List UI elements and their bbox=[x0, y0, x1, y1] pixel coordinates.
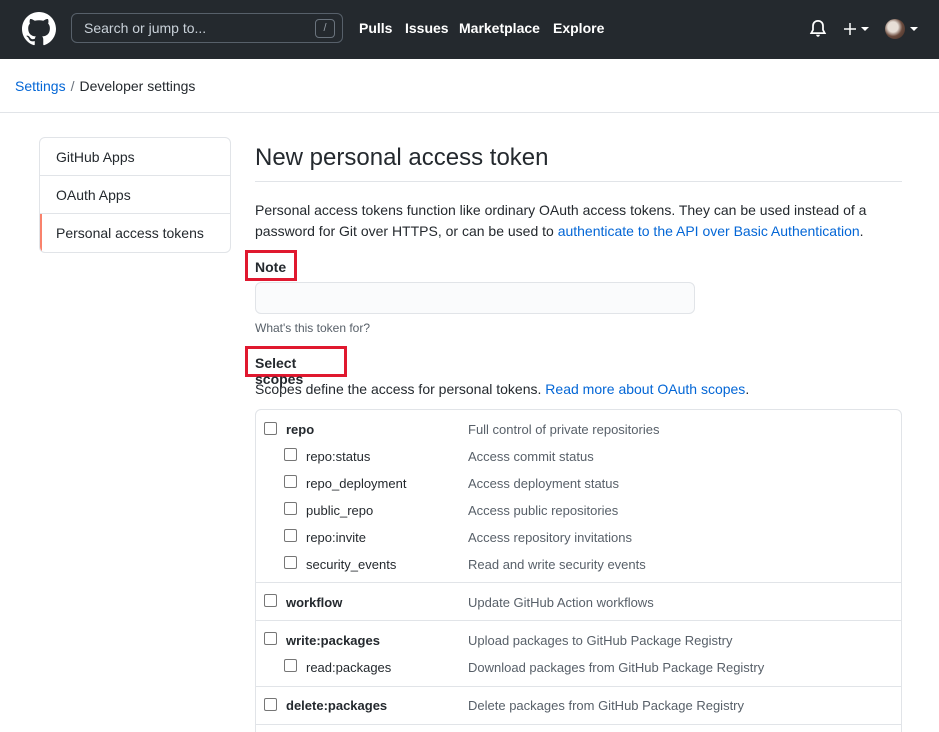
scope-checkbox-delete-packages[interactable] bbox=[264, 698, 277, 711]
scope-name-read-packages: read:packages bbox=[306, 660, 392, 675]
basic-auth-link[interactable]: authenticate to the API over Basic Authe… bbox=[558, 223, 860, 239]
scope-desc-public-repo: Access public repositories bbox=[468, 503, 619, 518]
note-input[interactable] bbox=[255, 282, 695, 314]
search-input[interactable]: Search or jump to... / bbox=[71, 13, 343, 43]
scope-group-divider bbox=[256, 724, 901, 725]
scope-checkbox-security-events[interactable] bbox=[284, 556, 297, 569]
scope-checkbox-read-packages[interactable] bbox=[284, 659, 297, 672]
sidebar-item-oauth-apps[interactable]: OAuth Apps bbox=[40, 176, 230, 214]
github-logo-icon[interactable] bbox=[22, 12, 56, 46]
scope-desc-read-packages: Download packages from GitHub Package Re… bbox=[468, 660, 765, 675]
sidebar-item-github-apps[interactable]: GitHub Apps bbox=[40, 138, 230, 176]
search-shortcut-key: / bbox=[315, 19, 335, 38]
scope-desc-security-events: Read and write security events bbox=[468, 557, 646, 572]
intro-text: Personal access tokens function like ord… bbox=[255, 200, 875, 242]
nav-explore[interactable]: Explore bbox=[553, 20, 604, 36]
note-label: Note bbox=[255, 259, 287, 275]
scope-desc-repo-status: Access commit status bbox=[468, 449, 594, 464]
scope-group-divider bbox=[256, 686, 901, 687]
scopes-list: repo Full control of private repositorie… bbox=[255, 409, 902, 732]
scope-checkbox-write-packages[interactable] bbox=[264, 632, 277, 645]
scope-desc-workflow: Update GitHub Action workflows bbox=[468, 595, 654, 610]
breadcrumb-bar: Settings / Developer settings bbox=[0, 59, 939, 113]
user-menu[interactable] bbox=[885, 18, 919, 40]
avatar bbox=[885, 19, 905, 39]
nav-marketplace[interactable]: Marketplace bbox=[459, 20, 540, 36]
scope-desc-delete-packages: Delete packages from GitHub Package Regi… bbox=[468, 698, 745, 713]
breadcrumb-settings-link[interactable]: Settings bbox=[15, 78, 66, 94]
select-scopes-label-highlight: Select scopes bbox=[245, 346, 347, 387]
bell-icon[interactable] bbox=[808, 19, 828, 39]
scope-desc-repo: Full control of private repositories bbox=[468, 422, 660, 437]
scope-checkbox-workflow[interactable] bbox=[264, 594, 277, 607]
scope-checkbox-repo[interactable] bbox=[264, 422, 277, 435]
page-title: New personal access token bbox=[255, 144, 549, 171]
scope-name-repo-status: repo:status bbox=[306, 449, 371, 464]
breadcrumb-separator: / bbox=[70, 78, 75, 94]
scope-name-repo: repo bbox=[286, 422, 315, 437]
scope-name-repo-invite: repo:invite bbox=[306, 530, 366, 545]
intro-end: . bbox=[859, 223, 864, 239]
scope-checkbox-repo-deployment[interactable] bbox=[284, 475, 297, 488]
scopes-desc-end: . bbox=[745, 381, 750, 397]
sidebar-item-personal-access-tokens[interactable]: Personal access tokens bbox=[40, 214, 230, 252]
scope-name-write-packages: write:packages bbox=[286, 633, 380, 648]
plus-icon bbox=[844, 23, 856, 35]
developer-settings-sidebar: GitHub Apps OAuth Apps Personal access t… bbox=[39, 137, 231, 253]
nav-pulls[interactable]: Pulls bbox=[359, 20, 392, 36]
search-placeholder: Search or jump to... bbox=[84, 20, 207, 36]
scope-name-repo-deployment: repo_deployment bbox=[306, 476, 407, 491]
scope-desc-repo-invite: Access repository invitations bbox=[468, 530, 633, 545]
scope-desc-repo-deployment: Access deployment status bbox=[468, 476, 620, 491]
note-hint: What's this token for? bbox=[255, 321, 371, 335]
scope-checkbox-repo-status[interactable] bbox=[284, 448, 297, 461]
scope-name-security-events: security_events bbox=[306, 557, 397, 572]
scope-group-divider bbox=[256, 582, 901, 583]
scope-group-divider bbox=[256, 620, 901, 621]
scope-name-workflow: workflow bbox=[286, 595, 343, 610]
breadcrumb: Settings / Developer settings bbox=[15, 78, 195, 94]
scope-checkbox-public-repo[interactable] bbox=[284, 502, 297, 515]
chevron-down-icon bbox=[861, 27, 869, 31]
title-divider bbox=[255, 181, 902, 182]
breadcrumb-current: Developer settings bbox=[79, 78, 196, 94]
scope-name-delete-packages: delete:packages bbox=[286, 698, 388, 713]
scopes-desc-text: Scopes define the access for personal to… bbox=[255, 381, 542, 397]
scopes-description: Scopes define the access for personal to… bbox=[255, 381, 749, 397]
scope-checkbox-repo-invite[interactable] bbox=[284, 529, 297, 542]
note-label-highlight: Note bbox=[245, 250, 297, 281]
create-new-dropdown[interactable] bbox=[840, 18, 872, 40]
top-header: Search or jump to... / Pulls Issues Mark… bbox=[0, 0, 939, 59]
scope-name-public-repo: public_repo bbox=[306, 503, 374, 518]
oauth-scopes-link[interactable]: Read more about OAuth scopes bbox=[545, 381, 745, 397]
scope-desc-write-packages: Upload packages to GitHub Package Regist… bbox=[468, 633, 733, 648]
chevron-down-icon bbox=[910, 27, 918, 31]
nav-issues[interactable]: Issues bbox=[405, 20, 449, 36]
